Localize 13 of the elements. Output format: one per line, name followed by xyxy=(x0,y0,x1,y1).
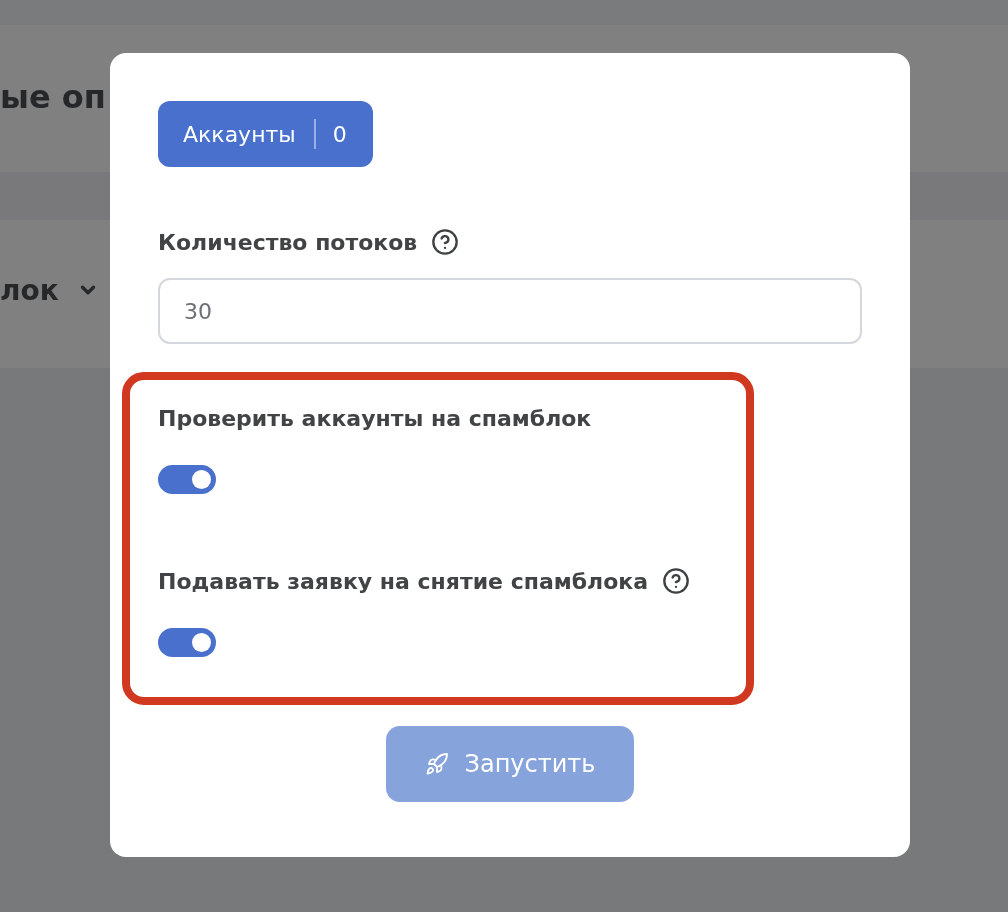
filter-label: лок xyxy=(0,273,59,307)
threads-label: Количество потоков xyxy=(158,229,418,255)
help-icon[interactable] xyxy=(662,567,691,595)
option-label: Проверить аккаунты на спамблок xyxy=(158,405,592,431)
page-heading: ые оп xyxy=(0,77,106,116)
toggle-switch[interactable] xyxy=(158,628,216,657)
accounts-count: 0 xyxy=(332,121,347,147)
rocket-icon xyxy=(424,752,449,776)
help-icon[interactable] xyxy=(431,228,460,256)
accounts-button[interactable]: Аккаунты 0 xyxy=(158,101,373,167)
toggle-switch[interactable] xyxy=(158,465,216,494)
threads-input[interactable]: 30 xyxy=(158,278,862,344)
option-label: Подавать заявку на снятие спамблока xyxy=(158,568,649,594)
